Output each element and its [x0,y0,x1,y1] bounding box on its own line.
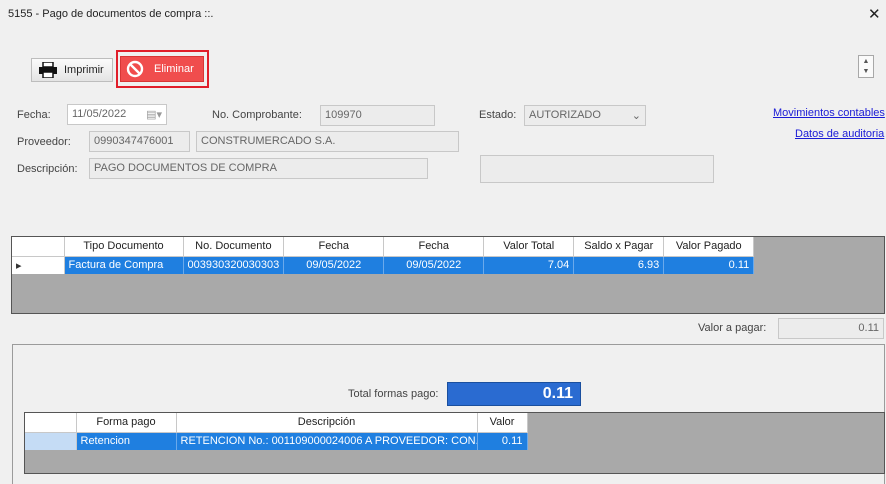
column-header[interactable]: Forma pago [76,413,177,433]
estado-label: Estado: [479,109,517,121]
column-header[interactable]: Valor [477,413,528,433]
close-icon[interactable]: ✕ [868,5,881,23]
table-cell[interactable]: RETENCION No.: 001109000024006 A PROVEED… [176,432,478,450]
fecha-label: Fecha: [17,109,51,121]
table-cell[interactable]: 09/05/2022 [383,256,485,274]
payment-grid-header: Forma pago Descripción Valor [25,413,528,433]
scroll-spinner[interactable]: ▲ ▼ [858,55,874,78]
estado-value: AUTORIZADO [529,109,601,121]
column-header[interactable]: Saldo x Pagar [573,237,665,257]
column-header[interactable]: Fecha [383,237,485,257]
chevron-down-icon[interactable]: ▼ [863,68,870,75]
payment-grid[interactable]: Forma pago Descripción Valor Retencion R… [24,412,885,474]
table-cell[interactable]: Factura de Compra [64,256,184,274]
column-header[interactable]: No. Documento [183,237,285,257]
chevron-up-icon[interactable]: ▲ [863,58,870,65]
column-header[interactable]: Valor Total [483,237,575,257]
column-header[interactable]: Descripción [176,413,478,433]
valor-pagar-label: Valor a pagar: [698,322,767,334]
total-formas-field[interactable]: 0.11 [447,382,581,406]
row-pointer-icon[interactable]: ▸ [12,256,65,274]
row-selector-header [25,413,77,433]
column-header[interactable]: Fecha [283,237,385,257]
descripcion-field[interactable]: PAGO DOCUMENTOS DE COMPRA [89,158,428,179]
table-cell[interactable]: 6.93 [573,256,665,274]
table-cell[interactable]: Retencion [76,432,177,450]
fecha-value: 11/05/2022 [72,108,127,120]
delete-button[interactable]: Eliminar [120,56,204,82]
comprobante-label: No. Comprobante: [212,109,302,121]
movimientos-link[interactable]: Movimientos contables [773,107,885,119]
column-header[interactable]: Valor Pagado [663,237,755,257]
table-cell[interactable]: 003930320030303 [183,256,285,274]
table-cell[interactable]: 0.11 [477,432,528,450]
proveedor-name-field[interactable]: CONSTRUMERCADO S.A. [196,131,459,152]
estado-select[interactable]: AUTORIZADO ⌄ [524,105,646,126]
table-row[interactable]: ▸ Factura de Compra 003930320030303 09/0… [12,256,755,274]
row-selector-header [12,237,65,257]
valor-pagar-field[interactable]: 0.11 [778,318,884,339]
table-cell[interactable]: 09/05/2022 [283,256,385,274]
auditoria-link[interactable]: Datos de auditoria [795,128,884,140]
extra-field[interactable] [480,155,714,183]
proveedor-label: Proveedor: [17,136,71,148]
total-formas-label: Total formas pago: [348,388,439,400]
delete-label: Eliminar [154,63,194,75]
table-row[interactable]: Retencion RETENCION No.: 001109000024006… [25,432,528,450]
comprobante-field[interactable]: 109970 [320,105,435,126]
table-cell[interactable]: 0.11 [663,256,755,274]
documents-grid-header: Tipo Documento No. Documento Fecha Fecha… [12,237,755,257]
print-button[interactable]: Imprimir [31,58,113,82]
table-cell[interactable]: 7.04 [483,256,575,274]
print-label: Imprimir [64,64,104,76]
fecha-date-picker[interactable]: 11/05/2022 ▤▾ [67,104,167,125]
descripcion-label: Descripción: [17,163,78,175]
proveedor-ruc-field[interactable]: 0990347476001 [89,131,190,152]
row-selector[interactable] [25,432,77,450]
prohibited-icon [126,60,144,78]
documents-grid[interactable]: Tipo Documento No. Documento Fecha Fecha… [11,236,885,314]
chevron-down-icon: ⌄ [631,110,641,122]
printer-icon [39,62,57,78]
window-title: 5155 - Pago de documentos de compra ::. [8,8,214,20]
calendar-icon[interactable]: ▤▾ [146,108,162,121]
column-header[interactable]: Tipo Documento [64,237,184,257]
